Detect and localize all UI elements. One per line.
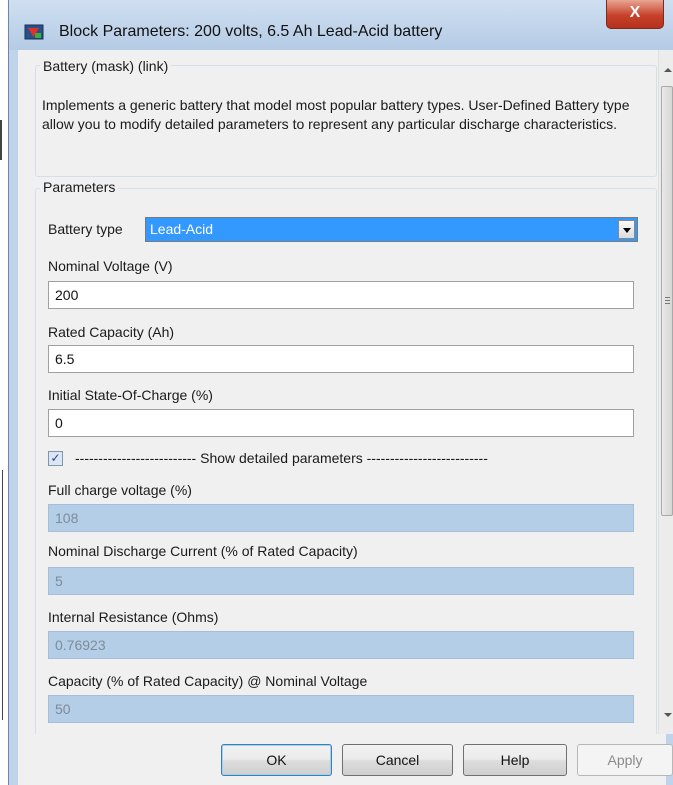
internal-resistance-input bbox=[48, 631, 634, 659]
nominal-discharge-current-label: Nominal Discharge Current (% of Rated Ca… bbox=[48, 543, 358, 559]
battery-type-value: Lead-Acid bbox=[150, 221, 214, 237]
scroll-down-arrow-icon[interactable] bbox=[659, 707, 673, 724]
full-charge-voltage-label: Full charge voltage (%) bbox=[48, 482, 192, 498]
scroll-up-arrow-icon[interactable] bbox=[659, 61, 673, 78]
vertical-scrollbar[interactable] bbox=[658, 50, 673, 734]
ok-button[interactable]: OK bbox=[221, 744, 332, 776]
chevron-down-icon[interactable] bbox=[618, 220, 635, 239]
close-button[interactable]: X bbox=[606, 0, 664, 29]
scrollbar-thumb[interactable] bbox=[661, 86, 673, 516]
capacity-nominal-voltage-input bbox=[48, 695, 634, 723]
grip-line bbox=[665, 300, 670, 301]
block-description: Implements a generic battery that model … bbox=[42, 97, 630, 132]
background-mark bbox=[0, 120, 2, 160]
cancel-button[interactable]: Cancel bbox=[342, 744, 453, 776]
help-button[interactable]: Help bbox=[463, 744, 567, 776]
title-bar[interactable]: Block Parameters: 200 volts, 6.5 Ah Lead… bbox=[9, 0, 673, 50]
rated-capacity-label: Rated Capacity (Ah) bbox=[48, 324, 175, 340]
desktop-background-edge bbox=[0, 0, 8, 785]
initial-soc-input[interactable] bbox=[48, 409, 634, 437]
battery-type-label: Battery type bbox=[48, 221, 123, 237]
scrollable-content: Battery (mask) (link) Implements a gener… bbox=[18, 50, 658, 734]
apply-button: Apply bbox=[577, 744, 673, 776]
rated-capacity-input[interactable] bbox=[48, 345, 634, 373]
nominal-discharge-current-input bbox=[48, 567, 634, 595]
initial-soc-label: Initial State-Of-Charge (%) bbox=[48, 387, 213, 403]
parameters-group-label: Parameters bbox=[40, 179, 119, 195]
nominal-voltage-input[interactable] bbox=[48, 281, 634, 309]
mask-group-label: Battery (mask) (link) bbox=[40, 58, 172, 74]
capacity-nominal-voltage-label: Capacity (% of Rated Capacity) @ Nominal… bbox=[48, 673, 368, 689]
block-parameters-dialog: Block Parameters: 200 volts, 6.5 Ah Lead… bbox=[8, 0, 673, 785]
full-charge-voltage-input bbox=[48, 504, 634, 532]
grip-line bbox=[665, 297, 670, 298]
window-title: Block Parameters: 200 volts, 6.5 Ah Lead… bbox=[59, 23, 443, 40]
background-mark bbox=[2, 470, 3, 720]
simulink-block-icon bbox=[24, 24, 44, 40]
nominal-voltage-label: Nominal Voltage (V) bbox=[48, 258, 173, 274]
internal-resistance-label: Internal Resistance (Ohms) bbox=[48, 609, 219, 625]
show-detailed-checkbox[interactable]: ✓ bbox=[48, 451, 63, 466]
battery-type-select[interactable]: Lead-Acid bbox=[145, 217, 638, 242]
show-detailed-label: -------------------------- Show detailed… bbox=[75, 450, 488, 466]
grip-line bbox=[665, 303, 670, 304]
dialog-client-area: Battery (mask) (link) Implements a gener… bbox=[18, 50, 673, 785]
